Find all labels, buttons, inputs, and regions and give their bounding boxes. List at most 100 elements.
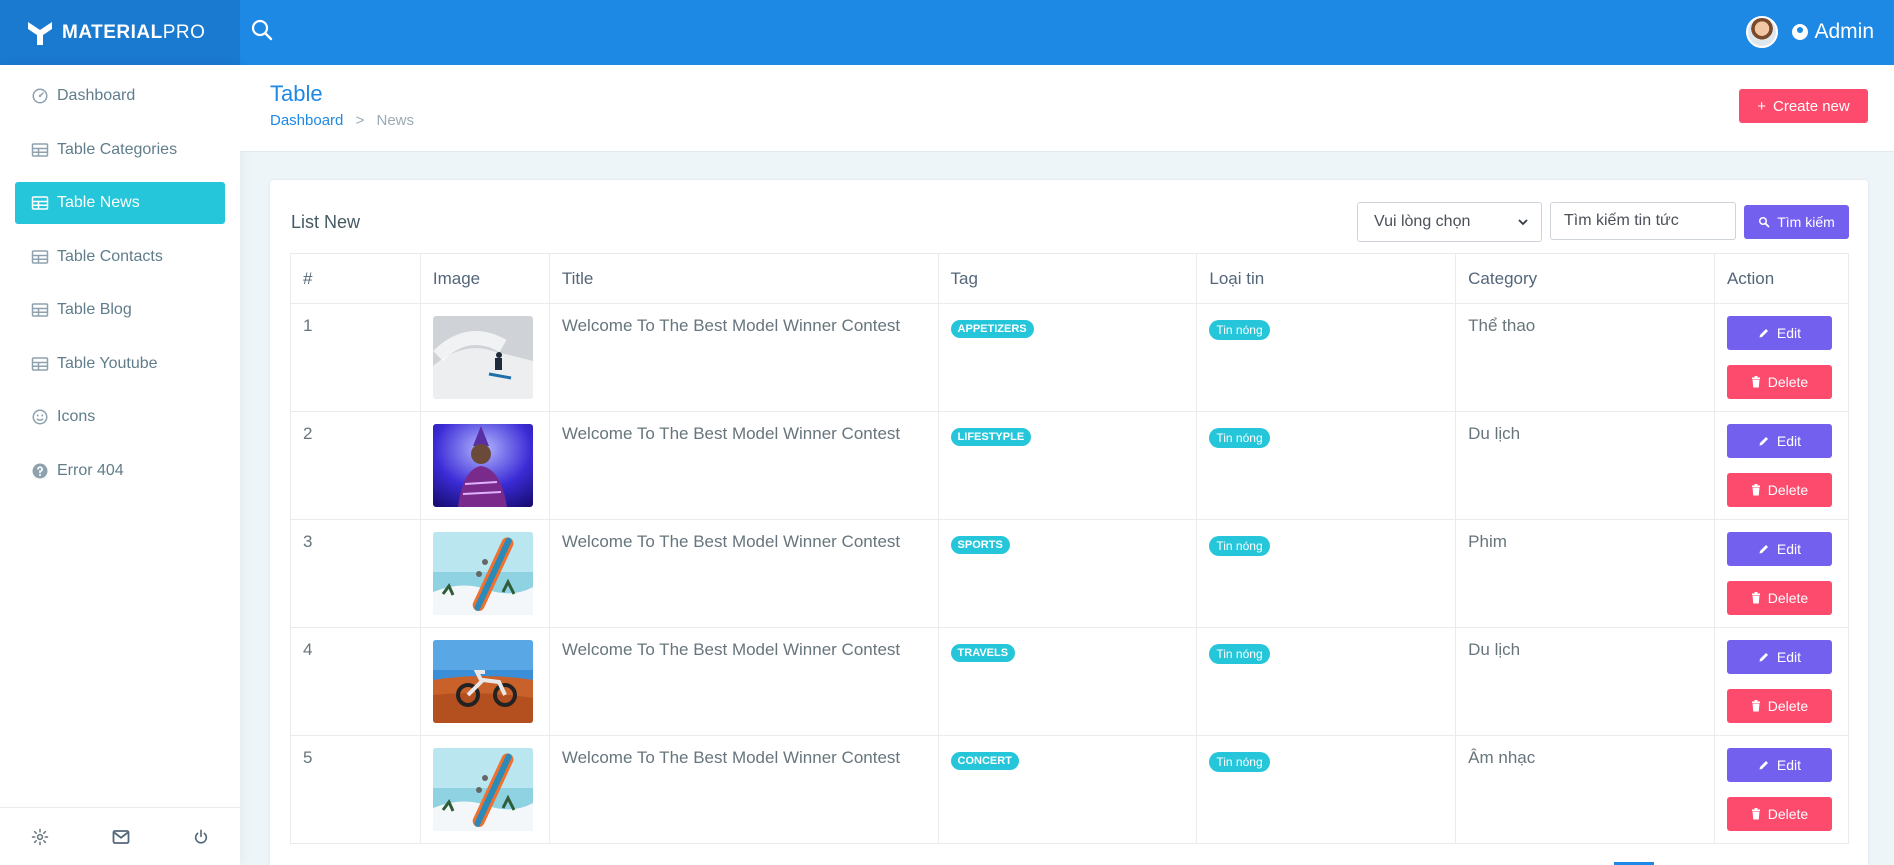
create-new-button[interactable]: + Create new: [1739, 89, 1868, 123]
row-title: Welcome To The Best Model Winner Contest: [548, 735, 939, 844]
filter-select[interactable]: Vui lòng chọn: [1357, 202, 1542, 242]
row-title: Welcome To The Best Model Winner Contest: [548, 519, 939, 628]
sidebar-item-table-contacts[interactable]: Table Contacts: [15, 236, 225, 278]
sidebar-item-table-blog[interactable]: Table Blog: [15, 289, 225, 331]
row-category: Du lịch: [1455, 411, 1715, 520]
edit-button[interactable]: Edit: [1726, 748, 1832, 782]
table-header-row: # Image Title Tag Loại tin Category Acti…: [290, 253, 1850, 304]
row-type: Tin nóng: [1196, 735, 1457, 844]
delete-button[interactable]: Delete: [1726, 797, 1832, 831]
edit-label: Edit: [1776, 649, 1802, 665]
page-title: Table: [270, 81, 323, 106]
trash-icon: [1751, 592, 1760, 604]
table-row: 1 Welcome To The Best Model Winner Contes…: [290, 303, 1850, 412]
row-category: Âm nhạc: [1455, 735, 1715, 844]
delete-button[interactable]: Delete: [1726, 581, 1832, 615]
row-number-text: 5: [303, 748, 313, 767]
search-icon[interactable]: [250, 18, 274, 42]
header-type: Loại tin: [1196, 253, 1457, 304]
search-button[interactable]: Tìm kiếm: [1744, 205, 1849, 239]
row-number: 3: [290, 519, 421, 628]
table-row: 5 Welcome To The Best Model Winner Contes…: [290, 735, 1850, 844]
brand-logo[interactable]: MATERIALPRO: [0, 0, 240, 65]
sidebar-item-table-categories[interactable]: Table Categories: [15, 129, 225, 171]
sidebar-item-label: Error 404: [57, 461, 124, 479]
table-icon: [31, 141, 49, 159]
header-category: Category: [1455, 253, 1715, 304]
type-badge: Tin nóng: [1209, 320, 1270, 340]
help-icon: [31, 462, 49, 480]
row-image[interactable]: [419, 519, 550, 628]
row-image[interactable]: [419, 411, 550, 520]
delete-label: Delete: [1767, 806, 1809, 822]
sidebar-item-table-youtube[interactable]: Table Youtube: [15, 343, 225, 385]
delete-button[interactable]: Delete: [1726, 473, 1832, 507]
sidebar: Dashboard Table Categories Table News Table…: [0, 65, 240, 865]
breadcrumb-home-link[interactable]: Dashboard: [270, 112, 343, 129]
row-number-text: 2: [303, 424, 313, 443]
header-num: #: [290, 253, 421, 304]
thumbnail-skateboard-snow[interactable]: [432, 532, 549, 615]
row-category-text: Du lịch: [1468, 424, 1521, 443]
thumbnail-skateboard-snow[interactable]: [432, 748, 549, 831]
edit-button[interactable]: Edit: [1726, 532, 1832, 566]
tag-badge: CONCERT: [950, 752, 1019, 770]
breadcrumb: Dashboard > News: [270, 112, 414, 129]
row-title-text: Welcome To The Best Model Winner Contest: [561, 316, 901, 335]
table-icon: [31, 248, 49, 266]
thumbnail-motorbike-desert[interactable]: [432, 640, 549, 723]
pencil-icon: [1759, 545, 1768, 554]
pencil-icon: [1759, 761, 1768, 770]
tag-badge: LIFESTYPLE: [950, 428, 1032, 446]
row-number: 5: [290, 735, 421, 844]
row-actions: Edit Delete: [1713, 735, 1850, 844]
sidebar-item-table-news[interactable]: Table News: [15, 182, 225, 224]
mail-icon[interactable]: [112, 829, 130, 845]
row-category: Phim: [1455, 519, 1715, 628]
search-input[interactable]: [1550, 202, 1736, 240]
sidebar-item-label: Table Youtube: [57, 354, 158, 372]
gauge-icon: [31, 87, 49, 105]
thumbnail-concert-person[interactable]: [432, 424, 549, 507]
edit-button[interactable]: Edit: [1726, 424, 1832, 458]
brand-name: MATERIALPRO: [62, 21, 206, 43]
sidebar-item-label: Icons: [57, 408, 96, 425]
pencil-icon: [1759, 437, 1768, 446]
delete-button[interactable]: Delete: [1726, 689, 1832, 723]
row-number-text: 3: [303, 532, 313, 551]
row-category: Du lịch: [1455, 627, 1715, 736]
edit-button[interactable]: Edit: [1726, 316, 1832, 350]
delete-label: Delete: [1767, 590, 1809, 606]
power-icon[interactable]: [193, 828, 209, 846]
card-title: List New: [291, 212, 361, 232]
avatar[interactable]: [1746, 16, 1779, 48]
row-image[interactable]: [419, 627, 550, 736]
row-type: Tin nóng: [1196, 411, 1457, 520]
user-menu[interactable]: Admin: [1746, 14, 1874, 50]
row-image[interactable]: [419, 735, 550, 844]
row-type: Tin nóng: [1196, 627, 1457, 736]
edit-button[interactable]: Edit: [1726, 640, 1832, 674]
tag-badge: SPORTS: [950, 536, 1010, 554]
settings-icon[interactable]: [31, 828, 49, 846]
sidebar-item-icons[interactable]: Icons: [15, 396, 225, 438]
row-tag: APPETIZERS: [937, 303, 1198, 412]
row-number: 4: [290, 627, 421, 736]
thumbnail-snowboarder[interactable]: [432, 316, 549, 399]
row-category: Thể thao: [1455, 303, 1715, 412]
table-row: 3 Welcome To The Best Model Winner Contes…: [290, 519, 1850, 628]
row-title-text: Welcome To The Best Model Winner Contest: [561, 532, 901, 551]
row-actions: Edit Delete: [1713, 411, 1850, 520]
type-badge: Tin nóng: [1209, 536, 1270, 556]
delete-button[interactable]: Delete: [1726, 365, 1832, 399]
sidebar-item-dashboard[interactable]: Dashboard: [15, 75, 225, 117]
sidebar-item-error-404[interactable]: Error 404: [15, 450, 225, 492]
header-image: Image: [419, 253, 550, 304]
trash-icon: [1751, 376, 1760, 388]
logo-icon: [28, 21, 52, 45]
breadcrumb-current: News: [376, 112, 415, 129]
row-title: Welcome To The Best Model Winner Contest: [548, 303, 939, 412]
table-row: 2 Welcome To The Best Model Winner Contes…: [290, 411, 1850, 520]
row-image[interactable]: [419, 303, 550, 412]
sidebar-item-label: Dashboard: [57, 87, 136, 104]
